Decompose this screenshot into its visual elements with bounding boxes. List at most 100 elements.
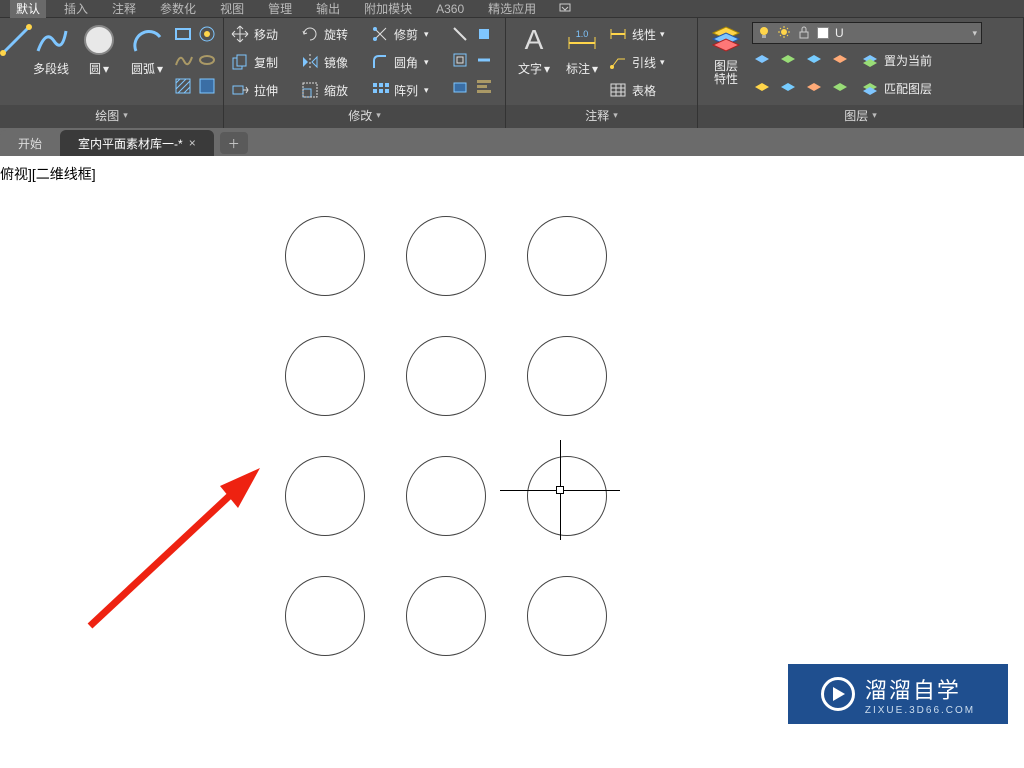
svg-text:A: A xyxy=(525,24,544,55)
layer-uniso-icon[interactable] xyxy=(752,78,772,98)
chevron-down-icon: ▾ xyxy=(157,62,163,76)
stretch-icon xyxy=(230,80,250,100)
boundary-icon[interactable] xyxy=(197,76,217,96)
array-label: 阵列 xyxy=(394,82,418,99)
move-label: 移动 xyxy=(254,26,278,43)
layer-freeze-icon[interactable] xyxy=(778,50,798,70)
stretch-label: 拉伸 xyxy=(254,82,278,99)
current-layer-name: U xyxy=(835,26,844,40)
chevron-down-icon: ▾ xyxy=(592,62,598,76)
array-button[interactable]: 阵列 ▾ xyxy=(370,78,446,102)
rotate-icon xyxy=(300,24,320,44)
chevron-down-icon: ▾ xyxy=(424,85,429,96)
layer-iso-icon[interactable] xyxy=(752,50,772,70)
circle-object[interactable] xyxy=(285,336,365,416)
circle-object[interactable] xyxy=(406,456,486,536)
panel-title-modify[interactable]: 修改▾ xyxy=(224,105,505,128)
menu-tab-view[interactable]: 视图 xyxy=(214,0,250,18)
menu-tab-featured[interactable]: 精选应用 xyxy=(482,0,542,18)
layer-on-icon[interactable] xyxy=(830,78,850,98)
layer-dropdown[interactable]: U ▾ xyxy=(752,22,982,44)
polyline-button[interactable]: 多段线 xyxy=(29,22,73,77)
spline-icon[interactable] xyxy=(173,50,193,70)
layer-lock-icon[interactable] xyxy=(804,50,824,70)
new-tab-button[interactable]: ＋ xyxy=(220,132,248,154)
watermark-badge: 溜溜自学 ZIXUE.3D66.COM xyxy=(788,664,1008,724)
menu-tab-insert[interactable]: 插入 xyxy=(58,0,94,18)
line-button[interactable] xyxy=(6,22,25,74)
stretch-button[interactable]: 拉伸 xyxy=(230,78,296,102)
dim-label: 标注 xyxy=(566,60,590,77)
tab-file[interactable]: 室内平面素材库一-*× xyxy=(60,130,214,156)
arc-button[interactable]: 圆弧▾ xyxy=(125,22,169,77)
circle-object[interactable] xyxy=(406,576,486,656)
break-icon[interactable] xyxy=(474,24,494,44)
fillet-button[interactable]: 圆角▾ xyxy=(370,50,446,74)
hatch-icon[interactable] xyxy=(173,76,193,96)
ellipse-icon[interactable] xyxy=(197,24,217,44)
drawing-canvas[interactable]: 俯视][二维线框] 溜溜自学 ZIXUE.3D66.COM xyxy=(0,156,1024,768)
menubar: 默认 插入 注释 参数化 视图 管理 输出 附加模块 A360 精选应用 xyxy=(0,0,1024,18)
panel-title-draw[interactable]: 绘图▾ xyxy=(0,105,223,128)
modify-extra-col2 xyxy=(474,22,494,96)
match-layer-button[interactable]: 匹配图层 xyxy=(860,76,932,100)
circle-button[interactable]: 圆▾ xyxy=(77,22,121,77)
polyline-label: 多段线 xyxy=(33,60,69,77)
layer-props-button[interactable]: 图层特性 xyxy=(704,22,748,86)
menu-tab-output[interactable]: 输出 xyxy=(310,0,346,18)
leader-label: 引线 xyxy=(632,54,656,71)
menu-tab-manage[interactable]: 管理 xyxy=(262,0,298,18)
fillet-icon xyxy=(370,52,390,72)
copy-label: 复制 xyxy=(254,54,278,71)
lock-icon xyxy=(797,25,811,42)
layer-unlock-icon[interactable] xyxy=(804,78,824,98)
copy-button[interactable]: 复制 xyxy=(230,50,296,74)
menu-tab-a360[interactable]: A360 xyxy=(430,0,470,18)
erase-icon[interactable] xyxy=(450,76,470,96)
circle-object[interactable] xyxy=(406,336,486,416)
explode-icon[interactable] xyxy=(450,24,470,44)
trim-button[interactable]: 修剪▾ xyxy=(370,22,446,46)
scale-button[interactable]: 缩放 xyxy=(300,78,366,102)
circle-object[interactable] xyxy=(285,456,365,536)
region-icon[interactable] xyxy=(197,50,217,70)
text-button[interactable]: A 文字▾ xyxy=(512,22,556,77)
panel-title-annot[interactable]: 注释▾ xyxy=(506,105,697,128)
menu-tab-parametric[interactable]: 参数化 xyxy=(154,0,202,18)
rectangle-icon[interactable] xyxy=(173,24,193,44)
menu-tab-default[interactable]: 默认 xyxy=(10,0,46,18)
menu-overflow-icon[interactable] xyxy=(558,2,572,16)
layer-props-label: 图层特性 xyxy=(714,60,738,86)
circle-object[interactable] xyxy=(285,576,365,656)
leader-button[interactable]: 引线▾ xyxy=(608,50,678,74)
move-button[interactable]: 移动 xyxy=(230,22,296,46)
badge-title: 溜溜自学 xyxy=(865,673,961,705)
menu-tab-addins[interactable]: 附加模块 xyxy=(358,0,418,18)
modify-extra-col1 xyxy=(450,22,470,96)
table-button[interactable]: 表格 xyxy=(608,78,678,102)
mirror-button[interactable]: 镜像 xyxy=(300,50,366,74)
circle-object[interactable] xyxy=(527,456,607,536)
set-current-button[interactable]: 置为当前 xyxy=(860,48,932,72)
layer-thaw-icon[interactable] xyxy=(778,78,798,98)
match-layer-icon xyxy=(860,78,880,98)
panel-title-layer[interactable]: 图层▾ xyxy=(698,105,1023,128)
circle-object[interactable] xyxy=(527,216,607,296)
join-icon[interactable] xyxy=(474,50,494,70)
rotate-button[interactable]: 旋转 xyxy=(300,22,366,46)
viewport-label[interactable]: 俯视][二维线框] xyxy=(0,164,96,184)
linetype-button[interactable]: 线性▾ xyxy=(608,22,678,46)
menu-tab-annotate[interactable]: 注释 xyxy=(106,0,142,18)
document-tabs: 开始 室内平面素材库一-*× ＋ xyxy=(0,128,1024,156)
circle-object[interactable] xyxy=(406,216,486,296)
tab-start[interactable]: 开始 xyxy=(0,130,60,156)
layer-off-icon[interactable] xyxy=(830,50,850,70)
circle-object[interactable] xyxy=(527,336,607,416)
circle-object[interactable] xyxy=(527,576,607,656)
offset-icon[interactable] xyxy=(450,50,470,70)
dim-button[interactable]: 1.0 标注▾ xyxy=(560,22,604,77)
circle-object[interactable] xyxy=(285,216,365,296)
close-tab-icon[interactable]: × xyxy=(189,136,196,150)
align-icon[interactable] xyxy=(474,76,494,96)
chevron-down-icon: ▾ xyxy=(972,28,977,39)
